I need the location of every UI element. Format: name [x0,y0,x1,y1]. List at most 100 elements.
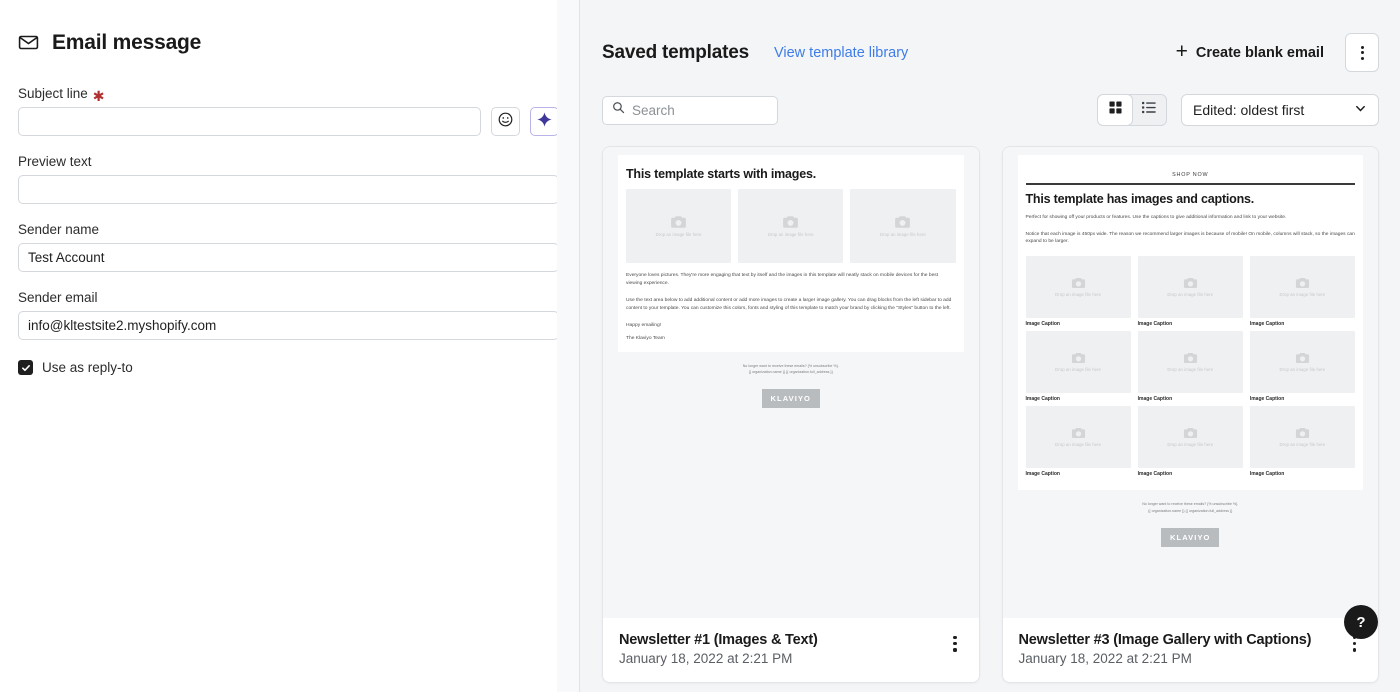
image-caption: Image Caption [1025,396,1060,403]
image-caption: Image Caption [1249,396,1285,403]
view-toggle-group [1097,94,1167,126]
image-caption: Image Caption [1249,321,1285,328]
gallery-cell: Drop an image file here Image Caption [1249,256,1356,331]
subject-line-label: Subject line ✱ [18,86,105,104]
image-placeholder-row: Drop an image file here Drop an image fi… [626,189,956,263]
grid-view-button[interactable] [1098,95,1132,125]
panel-header: Email message [18,32,559,53]
create-blank-email-label: Create blank email [1195,44,1324,61]
emoji-icon [497,111,514,133]
sender-email-input[interactable] [18,311,559,340]
use-as-reply-to-label: Use as reply-to [42,360,133,375]
image-placeholder: Drop an image file here [1137,331,1243,394]
app-root: Email message Subject line ✱ Preview tex… [0,0,1400,692]
image-placeholder: Drop an image file here [1025,406,1131,469]
preview-topbar: SHOP NOW [1172,172,1209,178]
gallery-cell: Drop an image file here Image Caption [1249,331,1356,406]
image-placeholder: Drop an image file here [1249,256,1356,319]
templates-overflow-button[interactable] [1345,33,1379,72]
templates-header: Saved templates View template library + … [580,0,1400,72]
preview-footer: No longer want to receive these emails? … [618,363,964,375]
image-placeholder: Drop an image file here [1249,331,1356,394]
preview-paragraph: Happy emailing! [626,322,662,328]
image-placeholder: Drop an image file here [1137,256,1243,319]
image-placeholder: Drop an image file here [1137,406,1243,469]
help-button[interactable]: ? [1344,605,1378,639]
image-caption: Image Caption [1025,471,1060,478]
sender-name-label: Sender name [18,222,100,237]
klaviyo-logo: KLAVIYO [761,388,820,408]
placeholder-text: Drop an image file here [1279,292,1326,298]
envelope-icon [18,32,39,53]
template-card-footer: Newsletter #3 (Image Gallery with Captio… [1002,618,1378,682]
preview-paragraph: Use the text area below to add additiona… [626,297,952,311]
grid-view-icon [1108,101,1122,119]
gallery-cell: Drop an image file here Image Caption [1249,406,1356,481]
field-sender-name: Sender name [18,222,559,272]
placeholder-text: Drop an image file here [1279,442,1326,448]
placeholder-text: Drop an image file here [1167,442,1214,448]
emoji-button[interactable] [491,107,520,136]
email-preview-body: This template starts with images. Drop a… [618,155,964,352]
view-template-library-link[interactable]: View template library [774,45,908,61]
email-preview-body: SHOP NOW This template has images and ca… [1017,155,1363,491]
sender-email-label: Sender email [18,290,98,305]
image-placeholder: Drop an image file here [1249,406,1356,469]
gallery-cell: Drop an image file here Image Caption [1137,406,1243,481]
template-card-footer: Newsletter #1 (Images & Text) January 18… [603,618,979,682]
search-box[interactable] [602,95,778,125]
preview-text-input[interactable] [18,175,559,204]
preview-heading: This template has images and captions. [1025,191,1255,206]
template-card-menu-button[interactable] [947,632,962,656]
ai-generate-button[interactable] [530,107,559,136]
template-card[interactable]: This template starts with images. Drop a… [602,146,980,683]
thumbnail-inner: This template starts with images. Drop a… [603,147,979,408]
preview-paragraph: The Klaviyo Team [626,335,665,341]
placeholder-text: Drop an image file here [880,232,926,237]
image-caption: Image Caption [1137,321,1173,328]
templates-toolbar: Edited: oldest first [580,72,1400,126]
gallery-row: Drop an image file here Image Caption Dr… [1025,406,1356,481]
list-view-icon [1142,101,1156,119]
sender-name-input[interactable] [18,243,559,272]
search-input[interactable] [632,102,768,118]
placeholder-text: Drop an image file here [1167,292,1214,298]
gallery-cell: Drop an image file here Image Caption [1137,256,1243,331]
template-card-grid: This template starts with images. Drop a… [580,126,1400,683]
saved-templates-panel: Saved templates View template library + … [580,0,1400,692]
required-marker: ✱ [92,87,105,104]
reply-to-row[interactable]: Use as reply-to [18,360,559,375]
image-caption: Image Caption [1137,471,1173,478]
kebab-menu-icon [1360,45,1364,60]
plus-icon: + [1175,40,1188,63]
gallery-cell: Drop an image file here Image Caption [1137,331,1243,406]
placeholder-text: Drop an image file here [655,232,702,237]
email-message-panel: Email message Subject line ✱ Preview tex… [0,0,580,692]
preview-footer: No longer want to receive these emails? … [1018,501,1364,513]
thumbnail-inner: SHOP NOW This template has images and ca… [1003,147,1379,547]
search-icon [612,101,625,119]
image-placeholder: Drop an image file here [626,189,732,263]
preview-paragraph: Notice that each image is 450px wide. Th… [1025,231,1355,245]
preview-paragraph: Perfect for showing off your products or… [1025,214,1287,220]
subject-line-input[interactable] [18,107,481,136]
preview-heading: This template starts with images. [626,167,816,181]
placeholder-text: Drop an image file here [1055,367,1101,373]
sort-select[interactable]: Edited: oldest first [1181,94,1379,126]
template-card[interactable]: SHOP NOW This template has images and ca… [1001,146,1379,683]
placeholder-text: Drop an image file here [1055,292,1101,298]
image-caption: Image Caption [1025,321,1060,328]
gallery-row: Drop an image file here Image Caption Dr… [1025,331,1356,406]
image-placeholder: Drop an image file here [738,189,844,263]
image-caption: Image Caption [1137,396,1173,403]
page-title: Email message [52,31,202,54]
saved-templates-title: Saved templates [602,41,749,63]
chevron-down-icon [1354,102,1367,118]
list-view-button[interactable] [1132,95,1166,125]
use-as-reply-to-checkbox[interactable] [18,360,33,375]
template-thumbnail: This template starts with images. Drop a… [603,147,979,618]
image-placeholder: Drop an image file here [1025,331,1131,394]
image-caption: Image Caption [1249,471,1285,478]
placeholder-text: Drop an image file here [1167,367,1214,373]
create-blank-email-button[interactable]: + Create blank email [1168,37,1332,68]
